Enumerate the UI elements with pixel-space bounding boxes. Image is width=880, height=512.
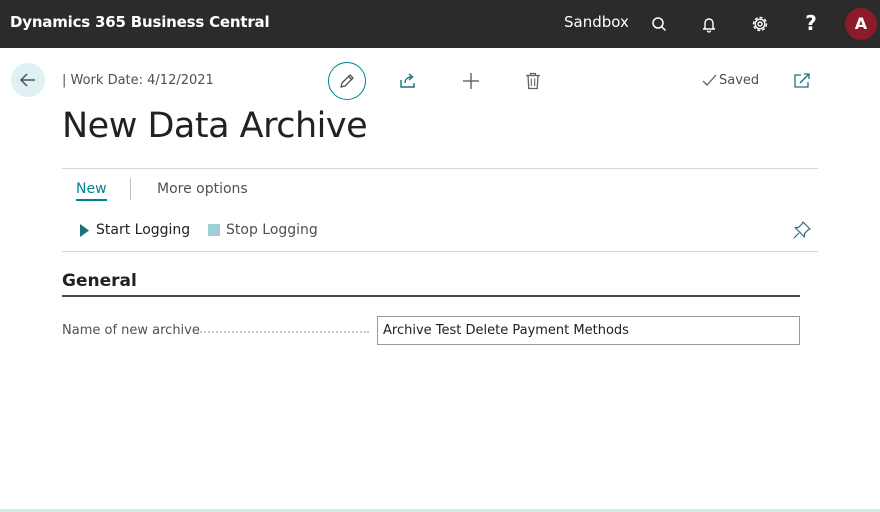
- menu-divider: [130, 178, 131, 200]
- stop-logging-label: Stop Logging: [226, 222, 318, 238]
- top-app-bar: Dynamics 365 Business Central Sandbox ? …: [0, 0, 880, 48]
- environment-name[interactable]: Sandbox: [564, 13, 629, 31]
- stop-icon: [208, 224, 220, 236]
- avatar[interactable]: A: [845, 8, 877, 40]
- tab-more-options[interactable]: More options: [157, 181, 248, 197]
- checkmark-icon: [702, 74, 717, 86]
- archive-name-input[interactable]: [377, 316, 800, 345]
- header-divider: [62, 168, 818, 169]
- bell-icon[interactable]: [697, 12, 721, 36]
- saved-label: Saved: [719, 73, 760, 88]
- start-logging-label: Start Logging: [96, 222, 191, 238]
- field-leader-dots: [197, 331, 369, 333]
- add-icon[interactable]: [461, 71, 481, 91]
- play-icon: [80, 224, 89, 237]
- menu-divider-bottom: [62, 251, 818, 252]
- help-icon[interactable]: ?: [800, 10, 822, 36]
- gear-icon[interactable]: [748, 12, 772, 36]
- popout-icon[interactable]: [792, 71, 812, 91]
- tab-new[interactable]: New: [76, 181, 107, 201]
- edit-icon: [340, 74, 354, 88]
- delete-icon[interactable]: [523, 71, 543, 91]
- page-title: New Data Archive: [62, 106, 368, 146]
- share-icon[interactable]: [398, 71, 418, 91]
- search-icon[interactable]: [647, 12, 671, 36]
- archive-name-label: Name of new archive: [62, 323, 200, 338]
- app-title[interactable]: Dynamics 365 Business Central: [10, 13, 270, 31]
- work-date[interactable]: | Work Date: 4/12/2021: [62, 73, 214, 88]
- arrow-left-icon: [19, 73, 35, 87]
- section-title-general[interactable]: General: [62, 271, 137, 291]
- edit-button[interactable]: [328, 62, 366, 100]
- pin-icon[interactable]: [792, 220, 812, 240]
- back-button[interactable]: [11, 63, 45, 97]
- section-rule: [62, 295, 800, 297]
